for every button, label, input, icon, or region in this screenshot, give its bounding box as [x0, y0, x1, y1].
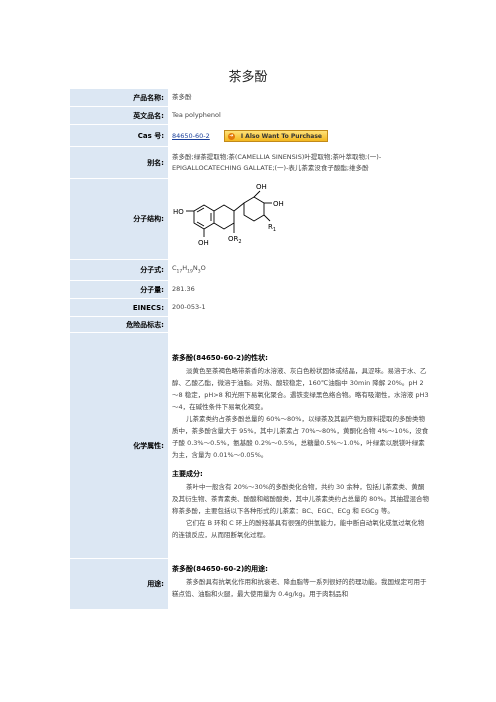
- structure-or2-sub: 2: [238, 239, 241, 245]
- hazard-label: 危险品标志:: [70, 316, 168, 333]
- row-weight: 分子量: 281.36: [70, 280, 434, 299]
- row-product-name: 产品名称: 茶多酚: [70, 88, 434, 107]
- svg-text:R1: R1: [268, 223, 276, 233]
- row-properties: 化学属性: 茶多酚(84650-60-2)的性状: 淡黄色至茶褐色略带茶香的水溶…: [70, 332, 434, 559]
- row-hazard: 危险品标志:: [70, 316, 434, 333]
- english-name-value: Tea polyphenol: [168, 106, 434, 125]
- properties-heading: 茶多酚(84650-60-2)的性状:: [172, 353, 268, 362]
- formula-value: C17H19N3O: [168, 258, 434, 281]
- properties-cell: 茶多酚(84650-60-2)的性状: 淡黄色至茶褐色略带茶香的水溶液、灰白色粉…: [168, 332, 434, 559]
- structure-label: 分子结构:: [70, 178, 168, 260]
- arrow-icon: ➜: [227, 132, 235, 140]
- row-cas: Cas 号: 84650-60-2 ➜ I Also Want To Purch…: [70, 124, 434, 147]
- uses-label: 用途:: [70, 558, 168, 609]
- cas-label: Cas 号:: [70, 124, 168, 147]
- svg-text:OR2: OR2: [228, 235, 242, 245]
- product-name-label: 产品名称:: [70, 88, 168, 107]
- components-heading: 主要成分:: [172, 469, 203, 478]
- structure-oh-top: OH: [256, 183, 267, 191]
- structure-or2: OR: [228, 235, 239, 243]
- row-english-name: 英文品名: Tea polyphenol: [70, 106, 434, 125]
- properties-paragraph-2: 儿茶素类约占茶多酚总量的 60%～80%，以绿茶及其副产物为原料提取的多酚类物质…: [172, 414, 429, 459]
- row-structure: 分子结构: HO OH OH OH R1 OR2: [70, 178, 434, 260]
- hazard-value: [168, 316, 434, 333]
- product-name-value: 茶多酚: [168, 88, 434, 107]
- alias-label: 别名:: [70, 146, 168, 179]
- structure-oh-bottom: OH: [198, 239, 209, 247]
- einecs-value: 200-053-1: [168, 298, 434, 317]
- components-paragraph-1: 茶叶中一般含有 20%～30%的多酚类化合物，共约 30 余种，包括儿茶素类、黄…: [172, 482, 430, 515]
- uses-heading: 茶多酚(84650-60-2)的用途:: [172, 565, 268, 574]
- weight-label: 分子量:: [70, 280, 168, 299]
- structure-ho-left: HO: [173, 208, 184, 216]
- properties-label: 化学属性:: [70, 332, 168, 559]
- purchase-button-label: I Also Want To Purchase: [240, 132, 322, 140]
- row-uses: 用途: 茶多酚(84650-60-2)的用途: 茶多酚具有抗氧化作用和抗衰老、降…: [70, 558, 434, 609]
- formula-label: 分子式:: [70, 258, 168, 281]
- molecular-structure-image: HO OH OH OH R1 OR2: [173, 183, 284, 247]
- uses-paragraph: 茶多酚具有抗氧化作用和抗衰老、降血脂等一系列很好的药理功能。我国规定可用于糕点馅…: [172, 578, 427, 599]
- structure-cell: HO OH OH OH R1 OR2: [168, 178, 434, 260]
- components-paragraph-2: 它们在 B 环和 C 环上的酚羟基具有很强的供氢能力，能中断自动氧化成氢过氧化物…: [172, 518, 425, 539]
- properties-paragraph-1: 淡黄色至茶褐色略带茶香的水溶液、灰白色粉状固体或结晶，具涩味。易溶于水、乙醇、乙…: [172, 366, 429, 411]
- product-info-table: 产品名称: 茶多酚 英文品名: Tea polyphenol Cas 号: 84…: [70, 88, 434, 609]
- einecs-label: EINECS:: [70, 298, 168, 317]
- structure-r1-sub: 1: [273, 227, 276, 233]
- structure-oh-right: OH: [273, 200, 284, 208]
- purchase-button[interactable]: ➜ I Also Want To Purchase: [223, 129, 328, 142]
- alias-value: 茶多酚;绿茶提取物;茶(CAMELLIA SINENSIS)叶提取物;茶叶萃取物…: [168, 146, 434, 179]
- cas-link[interactable]: 84650-60-2: [172, 132, 210, 140]
- uses-cell: 茶多酚(84650-60-2)的用途: 茶多酚具有抗氧化作用和抗衰老、降血脂等一…: [168, 558, 434, 609]
- row-alias: 别名: 茶多酚;绿茶提取物;茶(CAMELLIA SINENSIS)叶提取物;茶…: [70, 146, 434, 179]
- cas-cell: 84650-60-2 ➜ I Also Want To Purchase: [168, 124, 434, 147]
- row-einecs: EINECS: 200-053-1: [70, 298, 434, 317]
- weight-value: 281.36: [168, 280, 434, 299]
- page-title: 茶多酚: [228, 70, 268, 85]
- row-formula: 分子式: C17H19N3O: [70, 258, 434, 281]
- english-name-label: 英文品名:: [70, 106, 168, 125]
